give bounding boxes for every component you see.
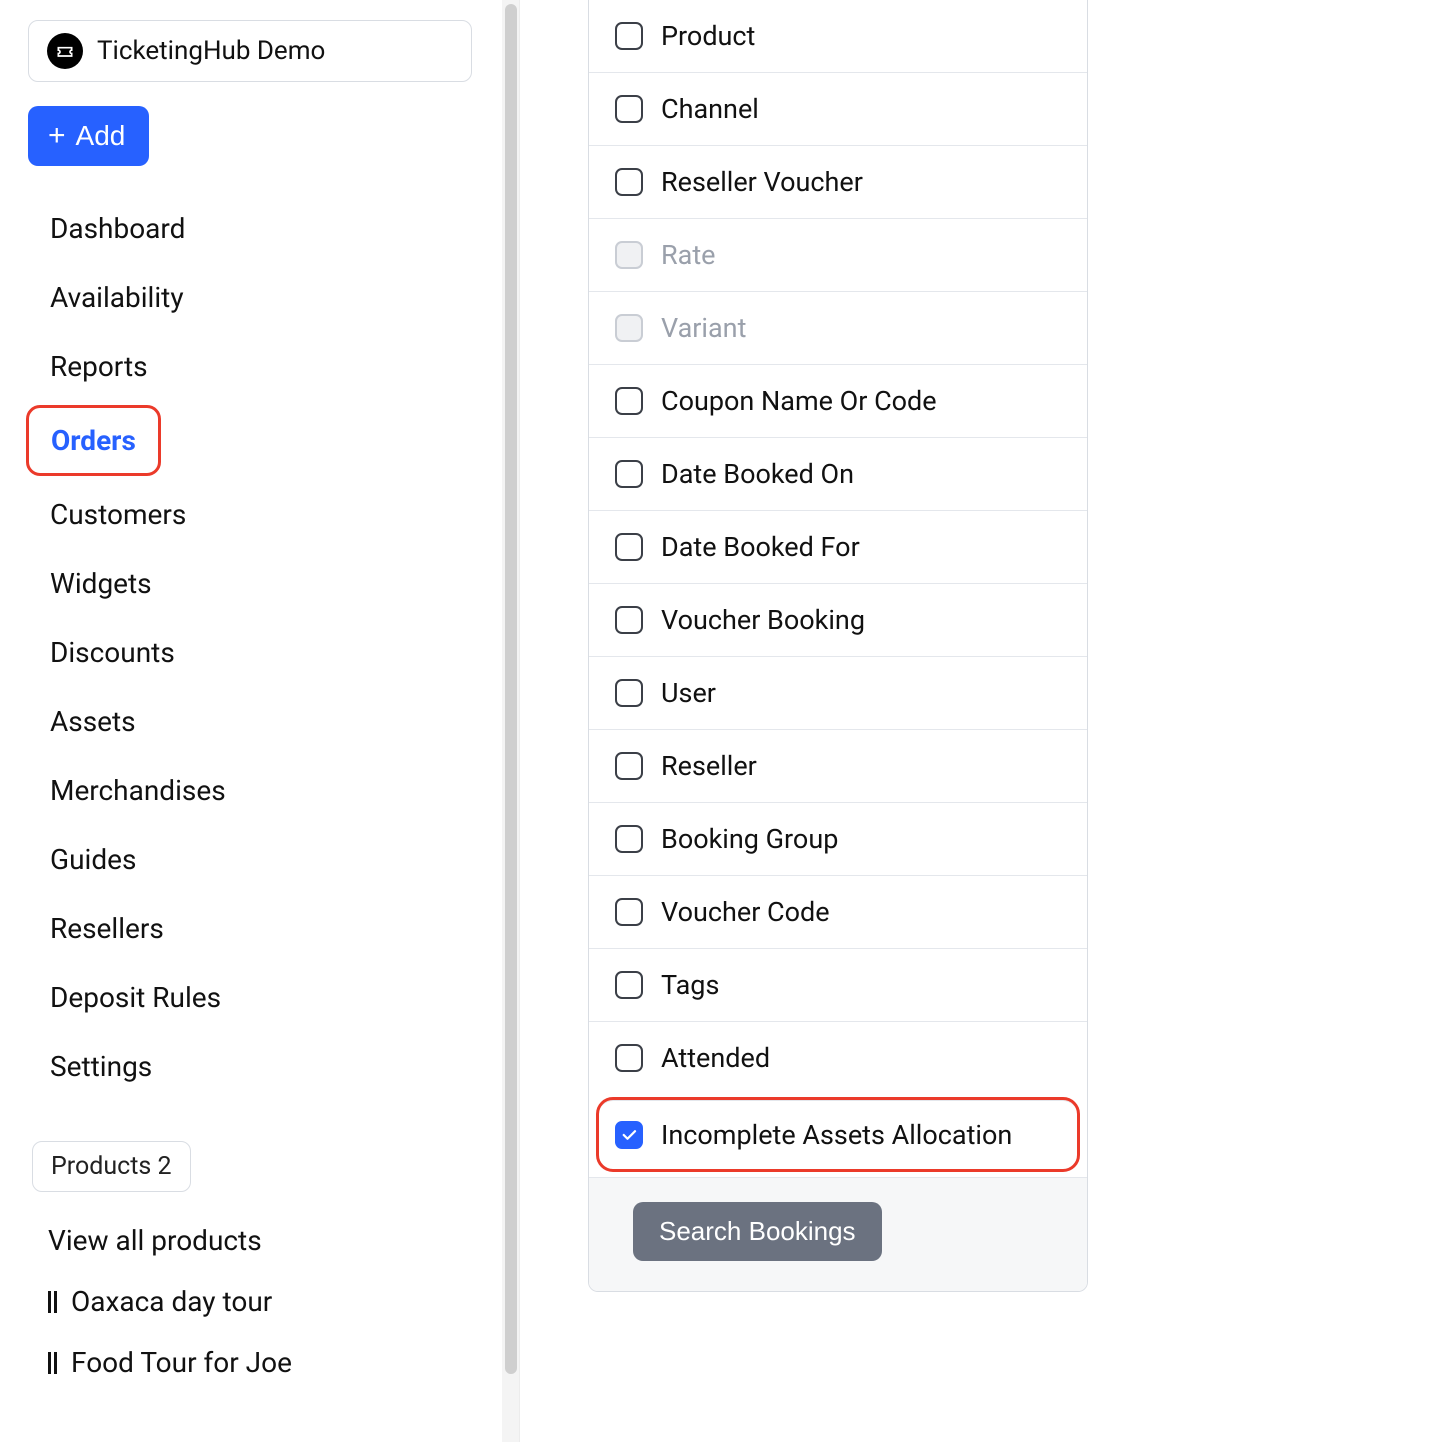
- nav-item-guides[interactable]: Guides: [28, 825, 472, 894]
- filter-label: Voucher Booking: [661, 604, 865, 636]
- nav-list: DashboardAvailabilityReportsOrdersCustom…: [28, 194, 472, 1101]
- nav-item-settings[interactable]: Settings: [28, 1032, 472, 1101]
- nav-item-deposit-rules[interactable]: Deposit Rules: [28, 963, 472, 1032]
- filter-row-voucher-booking[interactable]: Voucher Booking: [589, 583, 1087, 656]
- sidebar: TicketingHub Demo + Add DashboardAvailab…: [0, 0, 500, 1442]
- filter-checkbox-incomplete-assets[interactable]: [615, 1121, 643, 1149]
- add-button[interactable]: + Add: [28, 106, 149, 166]
- filter-checkbox-reseller[interactable]: [615, 752, 643, 780]
- filter-checkbox-voucher-code[interactable]: [615, 898, 643, 926]
- filter-checkbox-date-booked-on[interactable]: [615, 460, 643, 488]
- filter-label: Product: [661, 20, 755, 52]
- plus-icon: +: [48, 121, 66, 151]
- filter-checkbox-attended[interactable]: [615, 1044, 643, 1072]
- brand-logo-icon: [47, 33, 83, 69]
- filter-label: Booking Group: [661, 823, 838, 855]
- nav-item-dashboard[interactable]: Dashboard: [28, 194, 472, 263]
- filter-checkbox-user[interactable]: [615, 679, 643, 707]
- add-button-label: Add: [76, 120, 126, 152]
- filter-label: Date Booked On: [661, 458, 854, 490]
- filter-checkbox-product[interactable]: [615, 22, 643, 50]
- filter-row-date-booked-on[interactable]: Date Booked On: [589, 437, 1087, 510]
- filter-checkbox-booking-group[interactable]: [615, 825, 643, 853]
- nav-item-widgets[interactable]: Widgets: [28, 549, 472, 618]
- filters-footer: Search Bookings: [589, 1177, 1087, 1291]
- filter-label: Reseller Voucher: [661, 166, 863, 198]
- filter-row-channel[interactable]: Channel: [589, 72, 1087, 145]
- filter-row-voucher-code[interactable]: Voucher Code: [589, 875, 1087, 948]
- scrollbar[interactable]: [502, 0, 520, 1442]
- products-pill[interactable]: Products 2: [32, 1141, 191, 1192]
- filter-row-variant: Variant: [589, 291, 1087, 364]
- filter-row-product[interactable]: Product: [589, 0, 1087, 72]
- product-item[interactable]: Oaxaca day tour: [28, 1271, 472, 1332]
- filter-checkbox-channel[interactable]: [615, 95, 643, 123]
- product-item-label: Oaxaca day tour: [71, 1285, 272, 1318]
- filter-row-reseller[interactable]: Reseller: [589, 729, 1087, 802]
- filter-label: Rate: [661, 239, 715, 271]
- brand-selector[interactable]: TicketingHub Demo: [28, 20, 472, 82]
- filter-label: Voucher Code: [661, 896, 830, 928]
- nav-item-orders[interactable]: Orders: [26, 405, 161, 476]
- filter-row-rate: Rate: [589, 218, 1087, 291]
- filter-row-reseller-voucher[interactable]: Reseller Voucher: [589, 145, 1087, 218]
- filter-label: Tags: [661, 969, 719, 1001]
- filter-label: Channel: [661, 93, 759, 125]
- scrollbar-thumb[interactable]: [505, 4, 517, 1374]
- search-bookings-button[interactable]: Search Bookings: [633, 1202, 882, 1261]
- filter-label: Date Booked For: [661, 531, 860, 563]
- filter-row-user[interactable]: User: [589, 656, 1087, 729]
- filter-row-coupon[interactable]: Coupon Name Or Code: [589, 364, 1087, 437]
- nav-item-customers[interactable]: Customers: [28, 480, 472, 549]
- filter-row-date-booked-for[interactable]: Date Booked For: [589, 510, 1087, 583]
- nav-item-availability[interactable]: Availability: [28, 263, 472, 332]
- filter-row-tags[interactable]: Tags: [589, 948, 1087, 1021]
- filter-checkbox-voucher-booking[interactable]: [615, 606, 643, 634]
- product-item-label: Food Tour for Joe: [71, 1346, 292, 1379]
- filter-row-booking-group[interactable]: Booking Group: [589, 802, 1087, 875]
- filter-checkbox-tags[interactable]: [615, 971, 643, 999]
- filter-label: Coupon Name Or Code: [661, 385, 937, 417]
- filter-label: Reseller: [661, 750, 757, 782]
- view-all-products[interactable]: View all products: [28, 1210, 472, 1271]
- filter-checkbox-rate: [615, 241, 643, 269]
- brand-name: TicketingHub Demo: [97, 36, 325, 66]
- drag-handle-icon[interactable]: [48, 1291, 57, 1313]
- product-item[interactable]: Food Tour for Joe: [28, 1332, 472, 1393]
- filter-checkbox-coupon[interactable]: [615, 387, 643, 415]
- filter-row-incomplete-assets[interactable]: Incomplete Assets Allocation: [599, 1100, 1077, 1169]
- nav-item-merchandises[interactable]: Merchandises: [28, 756, 472, 825]
- filter-label: Incomplete Assets Allocation: [661, 1119, 1012, 1151]
- filter-label: Attended: [661, 1042, 770, 1074]
- filter-label: Variant: [661, 312, 746, 344]
- filter-checkbox-reseller-voucher[interactable]: [615, 168, 643, 196]
- nav-item-discounts[interactable]: Discounts: [28, 618, 472, 687]
- filter-checkbox-date-booked-for[interactable]: [615, 533, 643, 561]
- filter-checkbox-variant: [615, 314, 643, 342]
- nav-item-reports[interactable]: Reports: [28, 332, 472, 401]
- drag-handle-icon[interactable]: [48, 1352, 57, 1374]
- nav-item-resellers[interactable]: Resellers: [28, 894, 472, 963]
- filters-panel: Product Channel Reseller Voucher Rate Varian…: [588, 0, 1088, 1292]
- filter-label: User: [661, 677, 716, 709]
- nav-item-assets[interactable]: Assets: [28, 687, 472, 756]
- filter-row-attended[interactable]: Attended: [589, 1021, 1087, 1094]
